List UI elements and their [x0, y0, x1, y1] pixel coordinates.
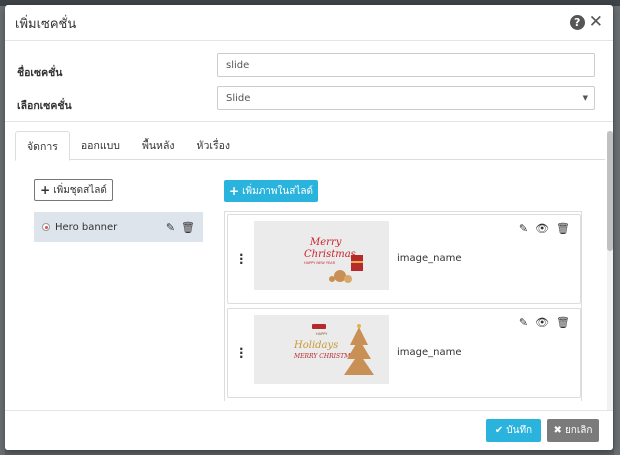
slide-image-name: image_name	[397, 253, 462, 264]
question-circle-icon[interactable]: ?	[569, 15, 585, 30]
close-icon[interactable]: ✕	[589, 14, 603, 31]
modal-scrollbar[interactable]	[607, 131, 613, 411]
trash-icon[interactable]: 🗑	[556, 316, 570, 329]
slide-set-item-hero-banner[interactable]: Hero banner ✎ 🗑	[34, 212, 203, 242]
modal-header: เพิ่มเซคชั่น ? ✕	[5, 5, 613, 41]
section-type-row: เลือกเซคชั่น	[17, 97, 217, 114]
thumb-bottom-band	[254, 384, 389, 391]
check-icon: ✔	[494, 425, 504, 436]
edit-icon[interactable]: ✎	[519, 222, 528, 235]
thumb-subtext: HAPPY NEW YEAR	[304, 261, 336, 265]
slide-card: · · · HAPPY Holidays MERRY CHRISTMAS image…	[227, 308, 581, 398]
slide-actions: ✎ 👁 🗑	[519, 316, 570, 329]
save-label: บันทึก	[506, 425, 533, 436]
section-type-label: เลือกเซคชั่น	[17, 100, 72, 112]
cancel-label: ยกเลิก	[564, 425, 593, 436]
modal-footer: ✔ บันทึก ✖ ยกเลิก	[5, 410, 613, 450]
section-name-input[interactable]: slide	[217, 53, 595, 77]
holidays-banner-image: HAPPY Holidays MERRY CHRISTMAS	[254, 315, 389, 391]
drag-handle-icon[interactable]: · · ·	[239, 343, 244, 363]
chevron-down-icon: ▼	[582, 94, 588, 102]
thumb-subtext: HAPPY	[316, 332, 328, 336]
edit-icon[interactable]: ✎	[519, 316, 528, 329]
close-small-icon: ✖	[553, 425, 562, 436]
section-type-select[interactable]: Slide ▼	[217, 86, 595, 110]
edit-icon[interactable]: ✎	[166, 221, 175, 234]
modal-title: เพิ่มเซคชั่น	[15, 17, 77, 32]
tab-manage[interactable]: จัดการ	[15, 131, 70, 161]
save-button[interactable]: ✔ บันทึก	[486, 419, 541, 442]
tab-background[interactable]: พื้นหลัง	[131, 131, 186, 160]
eye-icon[interactable]: 👁	[535, 316, 549, 329]
section-type-value: Slide	[226, 92, 251, 104]
section-name-row: ชื่อเซคชั่น	[17, 64, 217, 81]
scrollbar-thumb[interactable]	[607, 131, 613, 251]
thumb-text-1: Holidays	[293, 340, 338, 351]
plus-icon: +	[40, 183, 51, 197]
slide-image-name: image_name	[397, 347, 462, 358]
tab-heading[interactable]: หัวเรื่อง	[186, 131, 241, 160]
eye-icon[interactable]: 👁	[535, 222, 549, 235]
add-slide-image-label: เพิ่มภาพในสไลด์	[242, 185, 313, 197]
slide-set-label: Hero banner	[55, 221, 118, 233]
thumb-text-1: Merry	[309, 237, 342, 248]
header-icons: ? ✕	[569, 14, 603, 31]
slide-thumbnail: HAPPY Holidays MERRY CHRISTMAS	[254, 315, 389, 391]
radio-selected-icon[interactable]	[42, 223, 50, 231]
slides-list: · · · Merry Christmas HAPPY NEW YEAR image…	[224, 211, 582, 401]
plus-icon: +	[229, 184, 240, 198]
tab-design[interactable]: ออกแบบ	[70, 131, 131, 160]
trash-icon[interactable]: 🗑	[556, 222, 570, 235]
form-divider	[5, 121, 613, 122]
add-slide-set-button[interactable]: + เพิ่มชุดสไลด์	[34, 179, 113, 201]
add-slide-image-button[interactable]: + เพิ่มภาพในสไลด์	[224, 180, 318, 202]
slide-card: · · · Merry Christmas HAPPY NEW YEAR image…	[227, 214, 581, 304]
thumb-text-2: Christmas	[304, 249, 356, 260]
cancel-button[interactable]: ✖ ยกเลิก	[547, 419, 599, 442]
add-slide-set-label: เพิ่มชุดสไลด์	[53, 184, 107, 196]
slide-actions: ✎ 👁 🗑	[519, 222, 570, 235]
section-name-label: ชื่อเซคชั่น	[17, 67, 63, 79]
add-section-modal: เพิ่มเซคชั่น ? ✕ ชื่อเซคชั่น slide เลือก…	[5, 5, 613, 450]
trash-icon[interactable]: 🗑	[181, 221, 195, 234]
slide-thumbnail: Merry Christmas HAPPY NEW YEAR	[254, 221, 389, 297]
christmas-banner-image: Merry Christmas HAPPY NEW YEAR	[254, 221, 389, 297]
backdrop-right	[614, 6, 620, 455]
drag-handle-icon[interactable]: · · ·	[239, 249, 244, 269]
thumb-bottom-band	[254, 290, 389, 297]
section-tabs: จัดการ ออกแบบ พื้นหลัง หัวเรื่อง	[15, 131, 605, 161]
